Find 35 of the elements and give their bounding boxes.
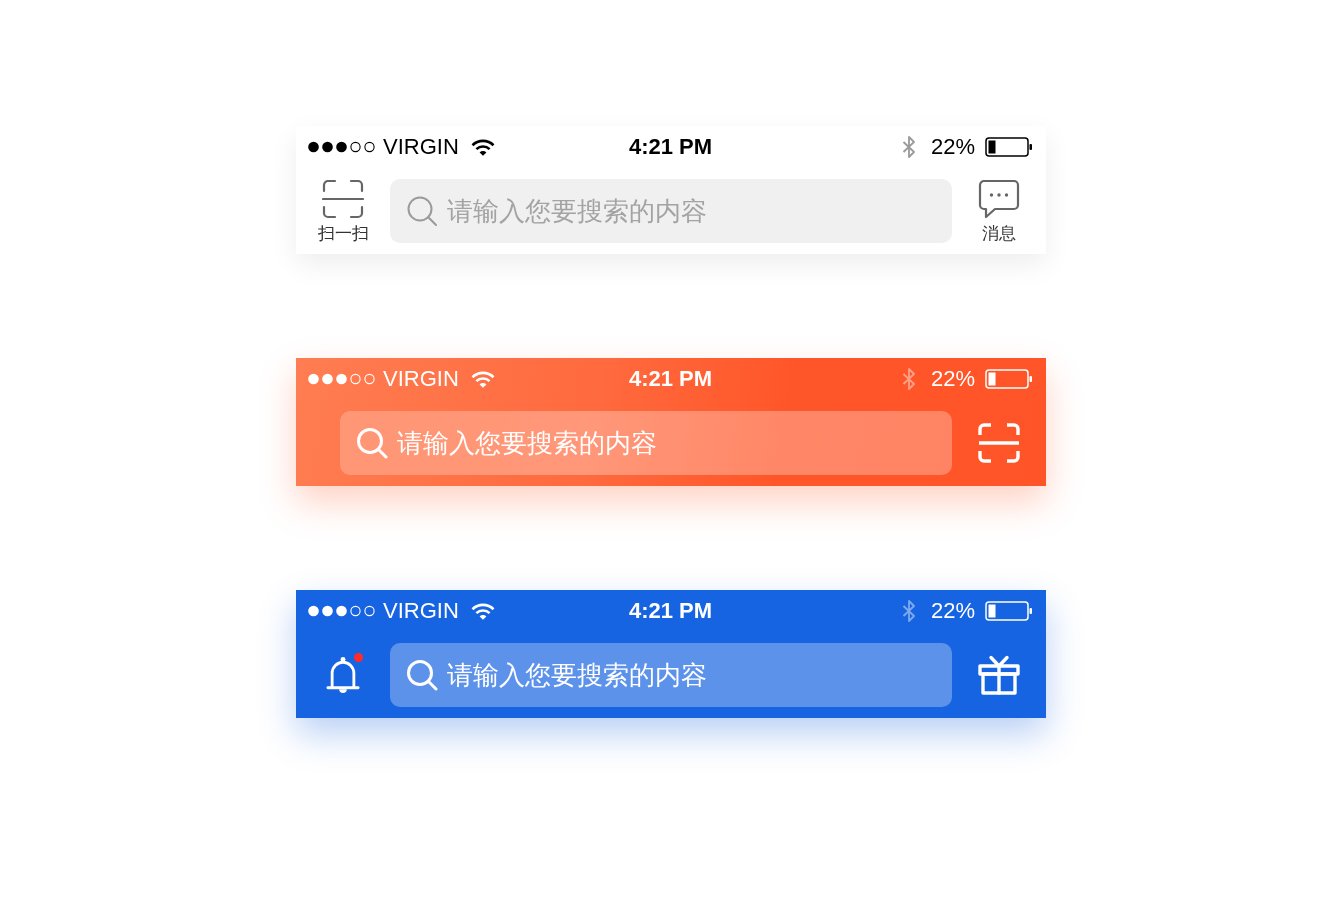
search-field[interactable]: 请输入您要搜索的内容 xyxy=(390,179,952,243)
gift-button[interactable] xyxy=(978,655,1020,695)
gift-icon xyxy=(978,655,1020,695)
scan-icon xyxy=(978,423,1020,463)
search-icon xyxy=(356,427,388,459)
wifi-icon xyxy=(470,138,495,156)
battery-icon xyxy=(985,601,1033,621)
bluetooth-icon xyxy=(900,135,917,159)
wifi-icon xyxy=(470,602,495,620)
message-button[interactable]: 消息 xyxy=(978,179,1020,243)
battery-percentage: 22% xyxy=(930,600,975,622)
scan-icon xyxy=(322,179,364,219)
scan-button[interactable]: 扫一扫 xyxy=(317,179,369,243)
search-icon xyxy=(406,659,438,691)
carrier-name: VIRGIN xyxy=(383,600,459,622)
signal-icon xyxy=(308,141,375,153)
status-time: 4:21 PM xyxy=(628,600,713,622)
carrier-name: VIRGIN xyxy=(383,368,459,390)
status-time: 4:21 PM xyxy=(628,368,713,390)
wifi-icon xyxy=(470,370,495,388)
carrier-name: VIRGIN xyxy=(383,136,459,158)
scan-button[interactable] xyxy=(978,423,1020,463)
battery-percentage: 22% xyxy=(930,136,975,158)
battery-icon xyxy=(985,369,1033,389)
bluetooth-icon xyxy=(900,367,917,391)
signal-icon xyxy=(308,605,375,617)
battery-percentage: 22% xyxy=(930,368,975,390)
bell-icon xyxy=(326,655,360,695)
chat-bubble-icon xyxy=(978,179,1020,219)
notification-button[interactable] xyxy=(326,655,360,695)
bluetooth-icon xyxy=(900,599,917,623)
search-icon xyxy=(406,195,438,227)
battery-icon xyxy=(985,137,1033,157)
signal-icon xyxy=(308,373,375,385)
status-time: 4:21 PM xyxy=(628,136,713,158)
